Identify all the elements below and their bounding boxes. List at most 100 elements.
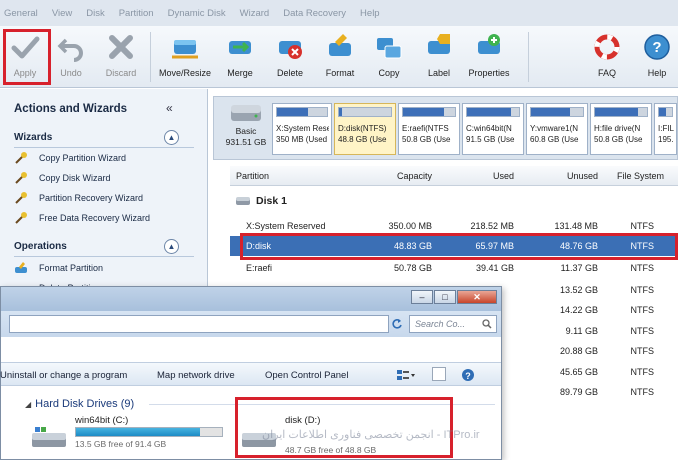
- table-header: Partition Capacity Used Unused File Syst…: [230, 166, 678, 186]
- partition-block[interactable]: X:System Rese 350 MB (Used: [272, 103, 332, 155]
- search-placeholder: Search Co...: [415, 319, 466, 329]
- selected-row-highlight-box: [240, 233, 678, 260]
- discard-button[interactable]: Discard: [96, 30, 146, 84]
- label-button[interactable]: Label: [414, 30, 464, 84]
- menu-data-recovery[interactable]: Data Recovery: [283, 8, 346, 19]
- menu-disk[interactable]: Disk: [86, 8, 104, 19]
- partition-block[interactable]: E:raefi(NTFS 50.8 GB (Use: [398, 103, 460, 155]
- drive-usage-bar: [75, 427, 223, 437]
- usage-bar: [276, 107, 328, 117]
- undo-button[interactable]: Undo: [46, 30, 96, 84]
- usage-fill: [467, 108, 512, 116]
- disk-1-row[interactable]: Disk 1: [236, 194, 287, 208]
- merge-icon: [229, 41, 251, 54]
- help-icon[interactable]: ?: [461, 368, 475, 382]
- menu-general[interactable]: General: [4, 8, 38, 19]
- map-network-drive-button[interactable]: Map network drive: [157, 370, 235, 381]
- disk-size: 931.51 GB: [225, 137, 267, 147]
- properties-icon: [478, 34, 500, 54]
- cell-partition: E:raefi: [246, 263, 273, 273]
- col-capacity[interactable]: Capacity: [397, 171, 432, 181]
- partition-block[interactable]: I:FILM 195.3: [654, 103, 677, 155]
- lifebuoy-icon: [594, 34, 620, 60]
- svg-text:?: ?: [465, 371, 471, 381]
- apply-highlight-box: [3, 29, 51, 85]
- delete-button[interactable]: Delete: [265, 30, 315, 84]
- format-partition-icon: [15, 262, 27, 273]
- col-partition[interactable]: Partition: [236, 171, 269, 181]
- operation-item-format[interactable]: Format Partition: [14, 261, 103, 275]
- explorer-title-bar[interactable]: – □ ✕: [1, 287, 501, 311]
- wizard-wand-icon: [15, 212, 27, 224]
- drive-item-c[interactable]: win64bit (C:) 13.5 GB free of 91.4 GB: [31, 415, 231, 455]
- wizard-item-data-recovery[interactable]: Free Data Recovery Wizard: [14, 211, 150, 225]
- maximize-button[interactable]: □: [434, 290, 456, 304]
- partition-detail: 50.8 GB (Use: [594, 135, 643, 144]
- partition-detail: 91.5 GB (Use: [466, 135, 515, 144]
- disk-icon: [236, 197, 250, 205]
- move-resize-icon: [172, 40, 198, 59]
- operations-collapse-button[interactable]: ▲: [164, 239, 179, 254]
- menu-wizard[interactable]: Wizard: [240, 8, 270, 19]
- usage-bar: [338, 107, 392, 117]
- wizard-item-copy-partition[interactable]: Copy Partition Wizard: [14, 151, 126, 165]
- merge-button[interactable]: Merge: [215, 30, 265, 84]
- discard-x-icon: [109, 35, 133, 59]
- menu-view[interactable]: View: [52, 8, 72, 19]
- help-button[interactable]: ? Help: [632, 30, 678, 84]
- partition-block[interactable]: H:file drive(N 50.8 GB (Use: [590, 103, 652, 155]
- undo-arrow-icon: [57, 38, 83, 62]
- open-control-panel-button[interactable]: Open Control Panel: [265, 370, 348, 381]
- partition-detail: 350 MB (Used: [276, 135, 328, 144]
- cell-unused: 131.48 MB: [554, 221, 598, 231]
- expand-triangle-icon: ◢: [25, 399, 32, 409]
- hard-disk-drives-group[interactable]: ◢ Hard Disk Drives (9): [25, 397, 134, 411]
- faq-label: FAQ: [597, 68, 616, 78]
- disk-summary[interactable]: Basic 931.51 GB: [218, 103, 274, 155]
- partition-detail: 195.3: [658, 135, 674, 144]
- wizard-item-label: Partition Recovery Wizard: [39, 193, 144, 203]
- preview-pane-button[interactable]: [432, 367, 446, 381]
- wizard-item-partition-recovery[interactable]: Partition Recovery Wizard: [14, 191, 143, 205]
- menu-help[interactable]: Help: [360, 8, 380, 19]
- copy-button[interactable]: Copy: [364, 30, 414, 84]
- delete-label: Delete: [276, 68, 303, 78]
- partition-block-selected[interactable]: D:disk(NTFS) 48.8 GB (Use: [334, 103, 396, 155]
- help-question-icon: ?: [644, 34, 670, 60]
- view-options-icon[interactable]: [396, 369, 416, 381]
- menu-partition[interactable]: Partition: [119, 8, 154, 19]
- search-box[interactable]: Search Co...: [409, 315, 497, 333]
- partition-block[interactable]: C:win64bit(N 91.5 GB (Use: [462, 103, 524, 155]
- faq-button[interactable]: FAQ: [582, 30, 632, 84]
- toolbar: Apply Undo Discard Move/Resize Merge Del…: [0, 26, 678, 88]
- partition-name: H:file drive(N: [594, 124, 641, 133]
- cell-capacity: 50.78 GB: [393, 263, 432, 273]
- uninstall-program-button[interactable]: Uninstall or change a program: [0, 370, 127, 381]
- section-divider: [14, 256, 194, 257]
- cell-partition: X:System Reserved: [246, 221, 326, 231]
- operation-item-label: Format Partition: [39, 263, 104, 273]
- close-button[interactable]: ✕: [457, 290, 497, 304]
- partition-block[interactable]: Y:vmware1(N 60.8 GB (Use: [526, 103, 588, 155]
- partition-detail: 50.8 GB (Use: [402, 135, 451, 144]
- col-file-system[interactable]: File System: [617, 171, 664, 181]
- drive-name: win64bit (C:): [75, 415, 129, 426]
- cell-unused: 9.11 GB: [565, 326, 598, 336]
- properties-button[interactable]: Properties: [464, 30, 514, 84]
- menu-dynamic-disk[interactable]: Dynamic Disk: [168, 8, 226, 19]
- col-unused[interactable]: Unused: [567, 171, 598, 181]
- address-field[interactable]: [9, 315, 389, 333]
- table-row[interactable]: E:raefi 50.78 GB 39.41 GB 11.37 GB NTFS: [230, 258, 678, 278]
- move-resize-button[interactable]: Move/Resize: [158, 30, 212, 84]
- minimize-button[interactable]: –: [411, 290, 433, 304]
- refresh-icon[interactable]: [391, 318, 403, 330]
- delete-icon: [279, 41, 302, 59]
- wizard-item-copy-disk[interactable]: Copy Disk Wizard: [14, 171, 111, 185]
- col-used[interactable]: Used: [493, 171, 514, 181]
- group-title: Hard Disk Drives (9): [35, 398, 135, 410]
- partition-detail: 48.8 GB (Use: [338, 135, 387, 144]
- cell-file-system: NTFS: [630, 387, 655, 397]
- wizards-collapse-button[interactable]: ▲: [164, 130, 179, 145]
- panel-collapse-button[interactable]: «: [166, 101, 173, 115]
- format-button[interactable]: Format: [315, 30, 365, 84]
